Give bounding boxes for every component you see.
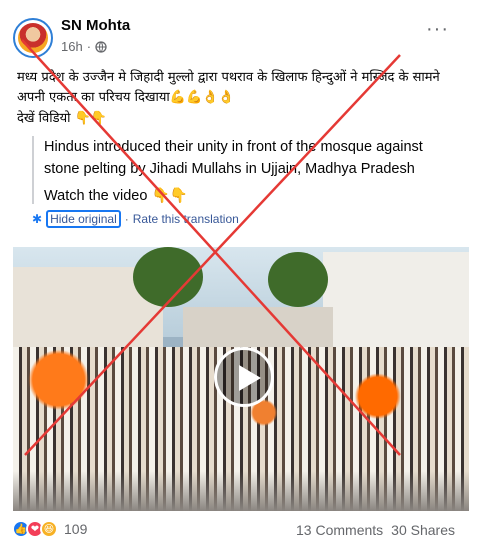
reaction-count: 109 [64,521,88,537]
post-text-watch: देखें विडियो 👇👇 [17,111,107,126]
author-name[interactable]: SN Mohta [61,17,130,34]
shares-count[interactable]: 30 Shares [391,522,455,538]
hide-original-link[interactable]: Hide original [46,210,121,228]
globe-icon [95,40,107,53]
rate-translation-link[interactable]: Rate this translation [133,212,239,226]
translated-text: Hindus introduced their unity in front o… [44,139,423,177]
separator: · [124,212,129,226]
play-icon[interactable] [214,347,274,407]
video-player[interactable] [13,247,469,511]
reactions-summary[interactable]: 👍 ❤ 😆 109 [12,520,87,538]
tree [268,252,328,307]
more-options-icon[interactable]: ··· [426,19,449,39]
tree [133,247,203,307]
gear-icon[interactable]: ✱ [32,212,42,226]
post-stats: 13 Comments 30 Shares [296,522,455,538]
avatar[interactable] [13,18,53,58]
facebook-post: SN Mohta 16h · ··· मध्य प्रदेश के उज्जैन… [0,0,477,553]
post-text: मध्य प्रदेश के उज्जैन मे जिहादी मुल्लो द… [17,70,440,105]
comments-count[interactable]: 13 Comments [296,522,383,538]
post-meta: 16h · [61,39,107,54]
post-time[interactable]: 16h [61,39,83,54]
translation-links: ✱ Hide original · Rate this translation [32,210,239,228]
translated-watch: Watch the video 👇👇 [44,188,188,204]
haha-icon: 😆 [40,520,58,538]
translation-block: Hindus introduced their unity in front o… [32,136,462,204]
